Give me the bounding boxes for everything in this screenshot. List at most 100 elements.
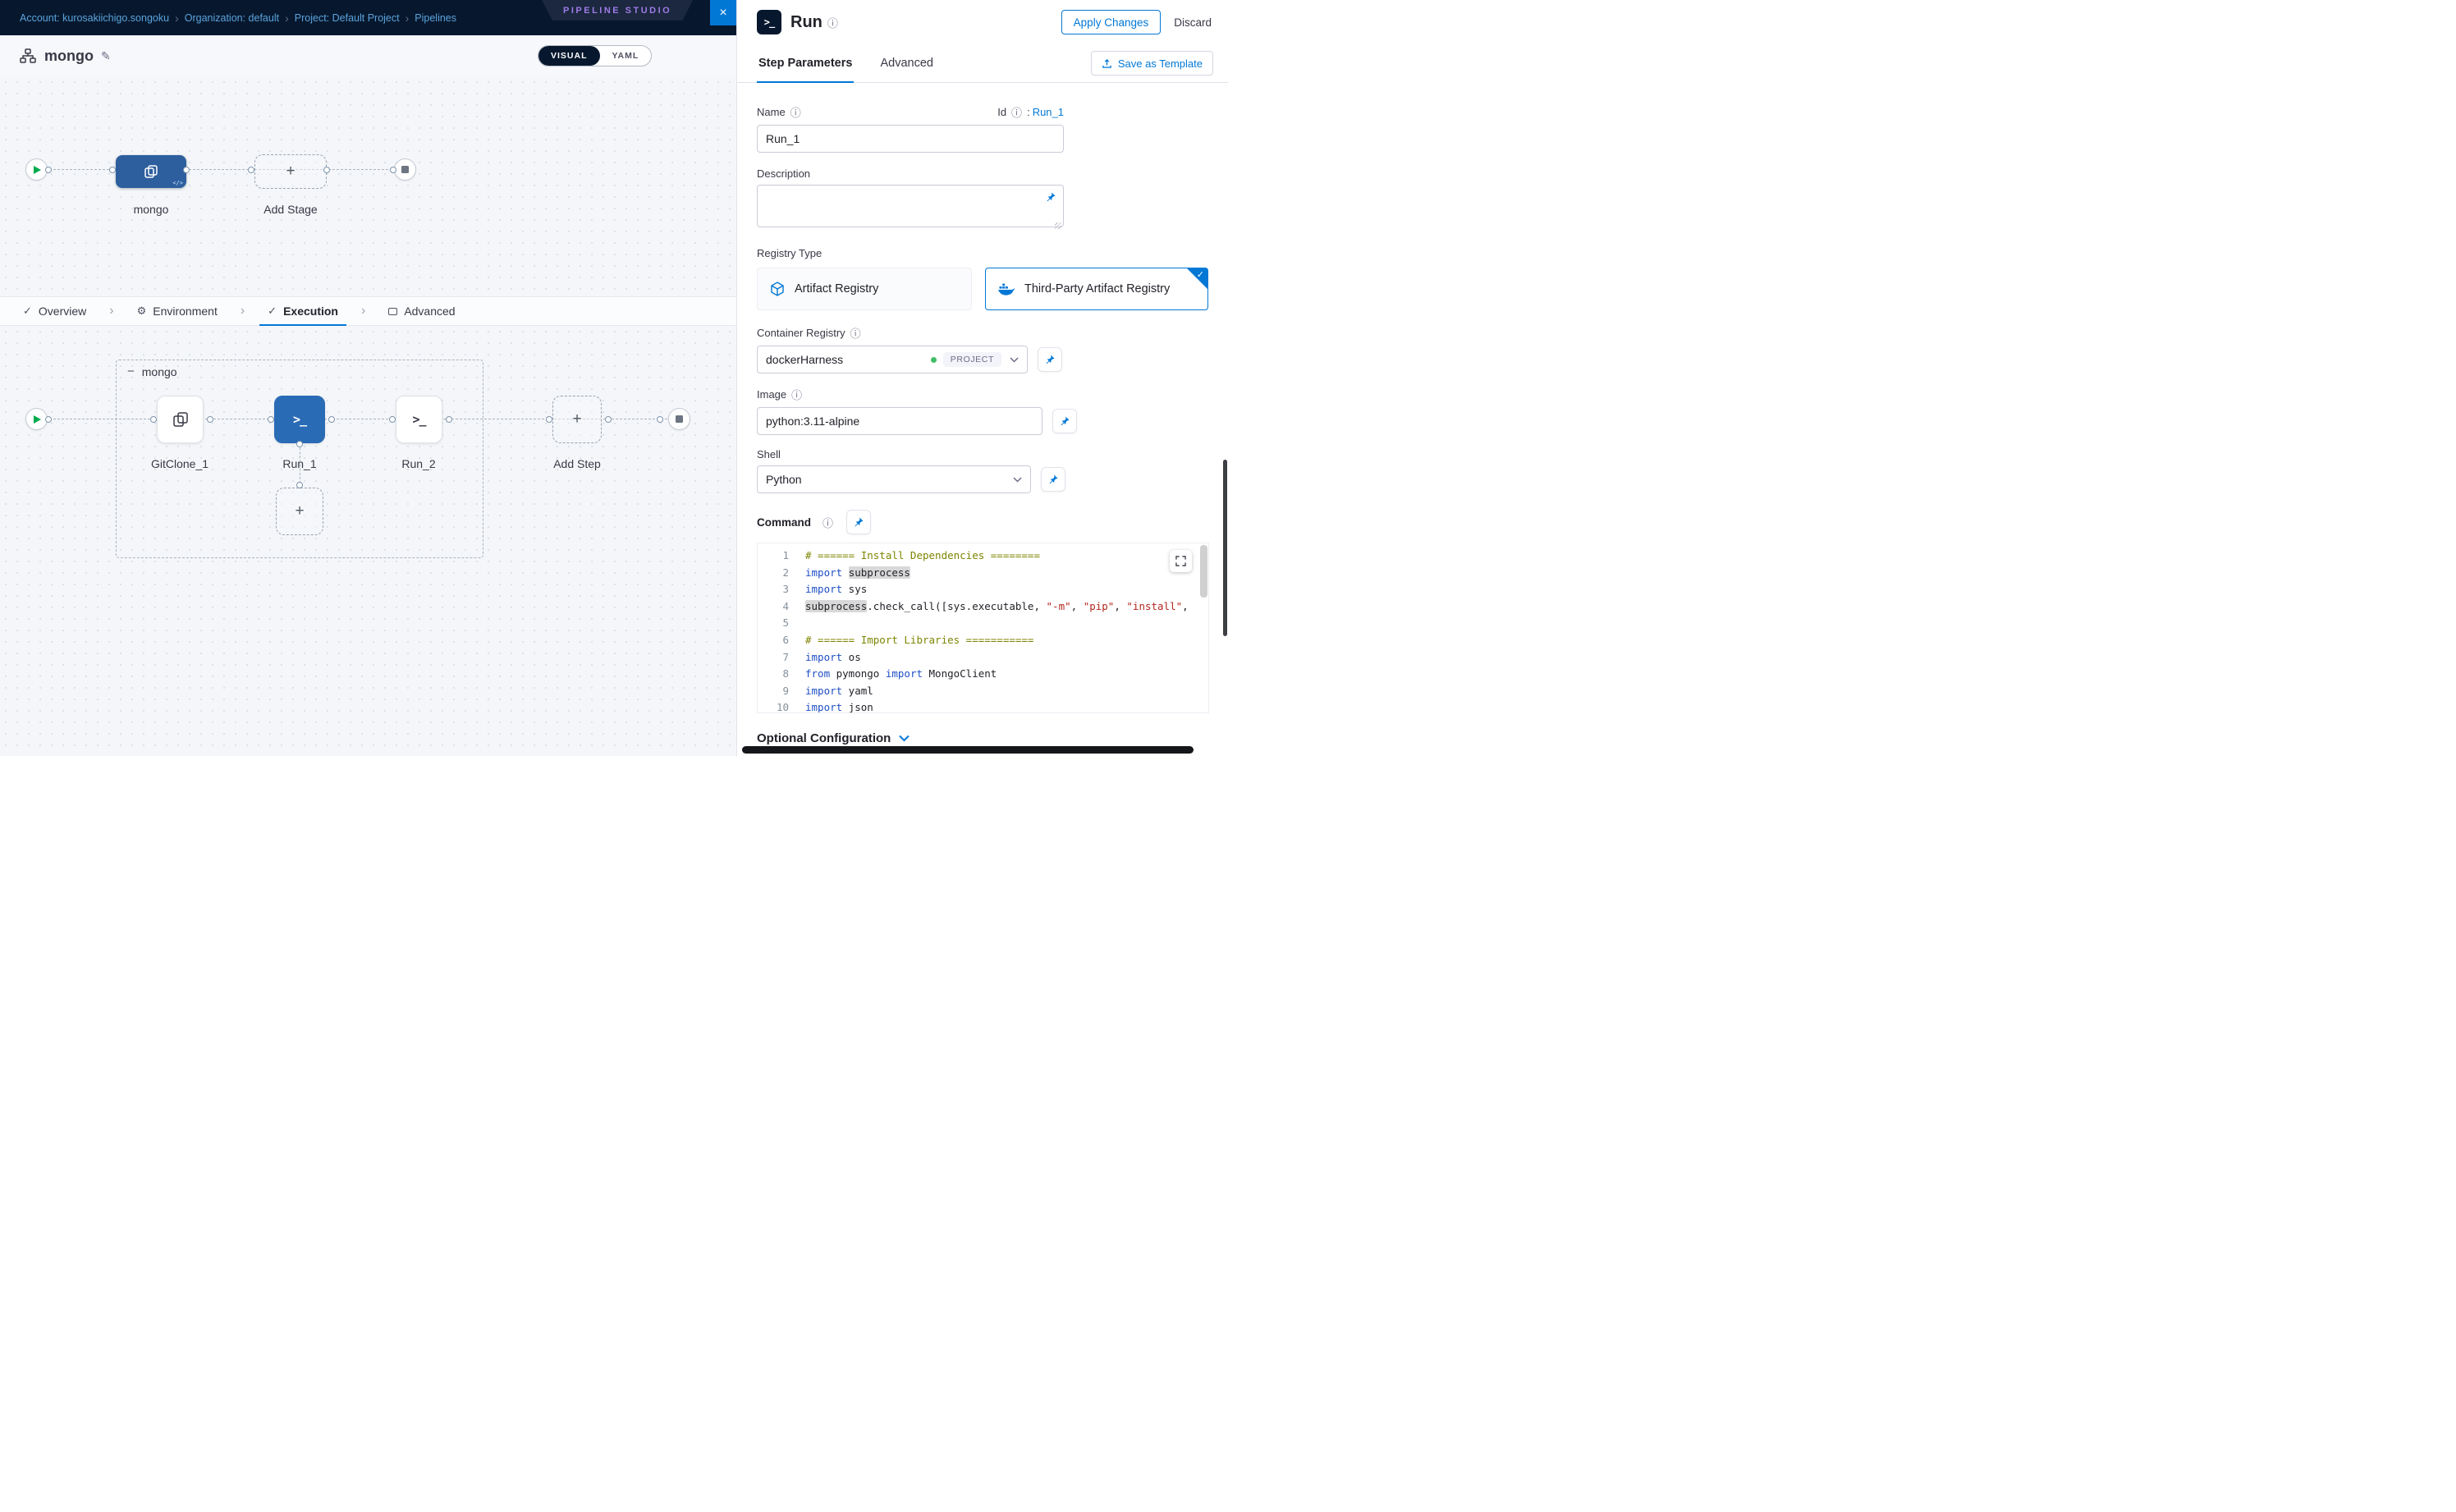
stage-tab-overview[interactable]: ✓Overview <box>13 297 96 325</box>
execution-end-node[interactable] <box>668 408 690 430</box>
stage-tab-bar: ✓Overview›⚙Environment›✓Execution›Advanc… <box>0 296 736 326</box>
port <box>109 167 116 173</box>
optional-configuration-toggle[interactable]: Optional Configuration <box>757 731 1208 745</box>
shell-select[interactable]: Python <box>757 465 1031 493</box>
tab-separator-icon: › <box>96 304 126 318</box>
play-icon <box>34 166 41 174</box>
container-registry-label: Container Registry <box>757 327 845 339</box>
selected-check-icon: ✓ <box>1197 269 1204 280</box>
play-icon <box>34 415 41 424</box>
panel-icon <box>388 308 397 315</box>
step-node-label: Run_2 <box>401 457 435 470</box>
step-node-run-1[interactable]: >_ <box>274 396 325 443</box>
id-info-icon[interactable]: ⓘ <box>1011 104 1022 120</box>
stage-tab-execution[interactable]: ✓Execution <box>258 297 348 325</box>
step-node-run-2[interactable]: >_ <box>396 396 442 443</box>
expand-editor-button[interactable] <box>1170 550 1192 572</box>
stage-group-name: mongo <box>142 365 177 378</box>
editor-scrollbar-thumb[interactable] <box>1200 545 1207 598</box>
port <box>150 416 157 423</box>
add-step-node[interactable]: + <box>552 396 602 443</box>
port <box>296 482 303 488</box>
shell-pin-button[interactable] <box>1041 467 1065 492</box>
tab-separator-icon: › <box>227 304 258 318</box>
save-as-template-button[interactable]: Save as Template <box>1091 51 1213 76</box>
description-label: Description <box>757 167 810 180</box>
command-code-editor[interactable]: 12345678910 # ====== Install Dependencie… <box>757 543 1209 713</box>
image-label: Image <box>757 388 786 401</box>
breadcrumb-item[interactable]: Project: Default Project <box>295 12 400 24</box>
close-icon: × <box>719 7 726 20</box>
git-clone-icon <box>171 410 190 429</box>
terminal-icon: >_ <box>412 412 425 427</box>
pipeline-end-node[interactable] <box>394 158 416 181</box>
registry-option-third-party[interactable]: Third-Party Artifact Registry ✓ <box>985 268 1208 310</box>
pipeline-studio: Account: kurosakiichigo.songoku › Organiza… <box>0 0 736 756</box>
tab-step-parameters[interactable]: Step Parameters <box>757 44 854 82</box>
container-registry-info-icon[interactable]: ⓘ <box>850 325 861 341</box>
execution-start-node[interactable] <box>25 408 48 430</box>
terminal-icon: >_ <box>293 412 306 427</box>
stage-connector-line <box>37 169 405 170</box>
port <box>248 167 254 173</box>
code-line: # ====== Import Libraries =========== <box>805 632 1208 649</box>
chevron-down-icon <box>899 735 910 742</box>
port <box>328 416 335 423</box>
port <box>323 167 330 173</box>
breadcrumb-separator: › <box>285 11 289 25</box>
step-node-gitclone-1[interactable] <box>157 396 204 443</box>
edit-pencil-icon[interactable]: ✎ <box>101 49 111 63</box>
add-stage-node[interactable]: + <box>254 154 327 189</box>
discard-button[interactable]: Discard <box>1174 16 1212 29</box>
stage-node-mongo[interactable]: </> <box>116 155 186 188</box>
collapse-minus-icon[interactable]: − <box>127 364 135 378</box>
top-bar: Account: kurosakiichigo.songoku › Organiza… <box>0 0 736 35</box>
command-info-icon[interactable]: ⓘ <box>822 515 833 530</box>
toggle-visual[interactable]: VISUAL <box>538 46 600 66</box>
resize-handle[interactable] <box>1055 222 1061 229</box>
breadcrumb-item[interactable]: Account: kurosakiichigo.songoku <box>20 12 169 24</box>
image-input[interactable] <box>757 407 1042 435</box>
optional-configuration-label: Optional Configuration <box>757 731 891 745</box>
panel-horizontal-scrollbar[interactable] <box>742 746 1194 754</box>
stage-tab-label: Environment <box>153 305 218 318</box>
close-button[interactable]: × <box>710 0 736 25</box>
step-node-label: GitClone_1 <box>151 457 208 470</box>
code-line: import json <box>805 699 1208 712</box>
breadcrumb-item[interactable]: Pipelines <box>415 12 456 24</box>
command-pin-button[interactable] <box>846 510 871 534</box>
breadcrumb-item[interactable]: Organization: default <box>185 12 279 24</box>
tab-separator-icon: › <box>348 304 378 318</box>
id-colon: : <box>1027 106 1030 118</box>
add-parallel-step-node[interactable]: + <box>276 488 323 535</box>
port <box>389 416 396 423</box>
stage-tab-environment[interactable]: ⚙Environment <box>127 297 227 325</box>
container-registry-pin-button[interactable] <box>1038 347 1062 372</box>
toggle-yaml[interactable]: YAML <box>600 46 652 66</box>
pin-icon <box>1044 354 1056 365</box>
chevron-down-icon <box>1013 477 1022 483</box>
name-info-icon[interactable]: ⓘ <box>790 104 801 120</box>
registry-type-label: Registry Type <box>757 247 822 259</box>
expand-icon <box>1175 556 1186 566</box>
description-textarea[interactable] <box>757 185 1064 227</box>
name-input[interactable] <box>757 125 1064 153</box>
tab-advanced[interactable]: Advanced <box>878 44 935 82</box>
stage-tab-advanced[interactable]: Advanced <box>378 297 465 325</box>
image-info-icon[interactable]: ⓘ <box>791 387 802 402</box>
apply-changes-button[interactable]: Apply Changes <box>1061 10 1162 34</box>
panel-vertical-scrollbar[interactable] <box>1223 460 1227 636</box>
code-line: import os <box>805 649 1208 667</box>
step-config-panel: >_ Run ⓘ Apply Changes Discard Step Para… <box>736 0 1228 756</box>
run-info-icon[interactable]: ⓘ <box>827 15 838 30</box>
pipeline-studio-badge: PIPELINE STUDIO <box>542 0 693 21</box>
editor-code[interactable]: # ====== Install Dependencies ========im… <box>800 543 1208 712</box>
image-pin-button[interactable] <box>1052 409 1077 433</box>
registry-option-artifact-registry[interactable]: Artifact Registry <box>757 268 972 310</box>
stage-tab-label: Overview <box>39 305 86 318</box>
pipeline-start-node[interactable] <box>25 158 48 181</box>
description-pin-button[interactable] <box>1043 190 1058 204</box>
panel-body: Name ⓘ Id ⓘ : Run_1 Description <box>737 83 1228 756</box>
container-registry-select[interactable]: dockerHarness PROJECT <box>757 346 1028 373</box>
pin-icon <box>1047 474 1059 485</box>
